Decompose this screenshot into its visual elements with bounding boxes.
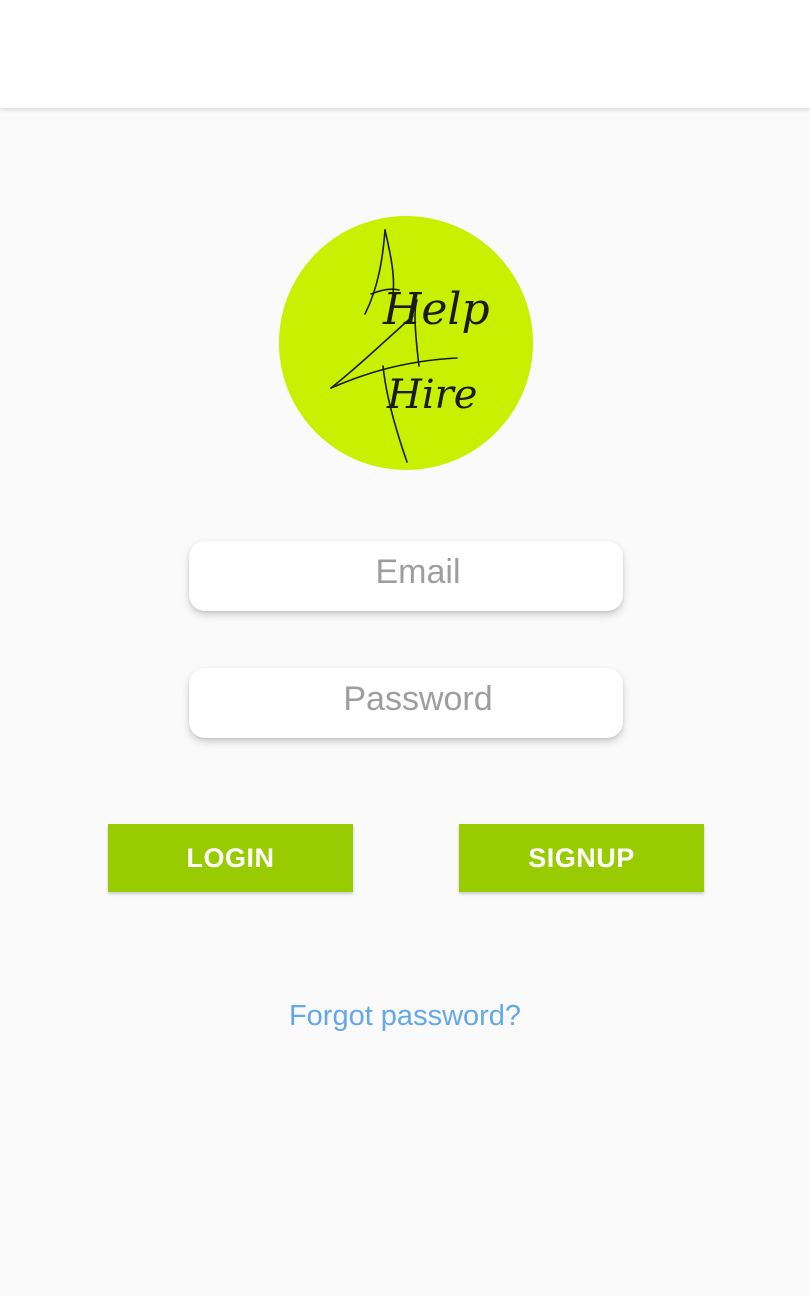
password-field-container <box>189 668 623 738</box>
forgot-password-row: Forgot password? <box>0 1000 810 1033</box>
email-field-container <box>189 541 623 611</box>
logo-word-hire: Hire <box>386 372 477 418</box>
password-input[interactable] <box>189 668 623 738</box>
signup-button[interactable]: SIGNUP <box>459 824 704 892</box>
app-logo: Help Hire <box>279 216 533 470</box>
login-button[interactable]: LOGIN <box>108 824 353 892</box>
logo-artwork: Help Hire <box>330 229 490 463</box>
email-input[interactable] <box>189 541 623 611</box>
app-bar <box>0 0 810 108</box>
forgot-password-link[interactable]: Forgot password? <box>289 1000 521 1032</box>
logo-word-help: Help <box>382 284 490 335</box>
